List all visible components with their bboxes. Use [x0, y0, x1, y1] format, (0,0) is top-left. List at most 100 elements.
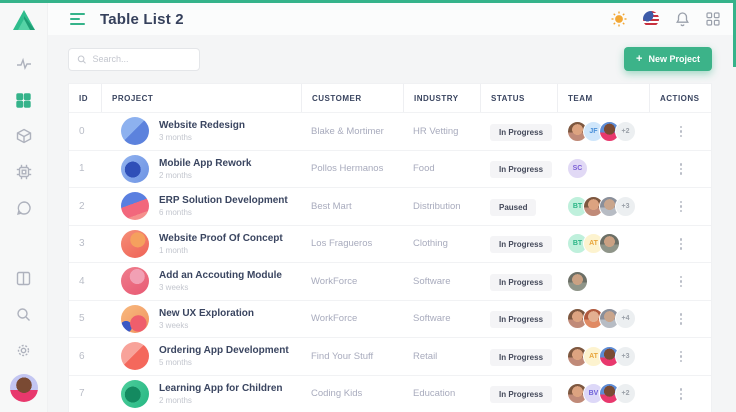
toolbar: + New Project — [48, 35, 736, 83]
table-row[interactable]: 2ERP Solution Development6 monthsBest Ma… — [69, 187, 711, 225]
search-input[interactable] — [93, 54, 192, 64]
notifications-bell-icon[interactable] — [675, 11, 690, 27]
project-text: ERP Solution Development6 months — [159, 195, 288, 217]
sidebar — [0, 0, 48, 412]
row-actions-menu-icon[interactable] — [676, 197, 687, 217]
project-duration: 3 weeks — [159, 283, 282, 292]
cpu-chip-icon — [16, 164, 32, 180]
project-name: Add an Accouting Module — [159, 270, 282, 281]
sidebar-item-settings[interactable] — [0, 332, 48, 368]
project-cell: Learning App for Children2 months — [101, 380, 301, 408]
table-row[interactable]: 0Website Redesign3 monthsBlake & Mortime… — [69, 112, 711, 150]
row-actions-menu-icon[interactable] — [676, 309, 687, 329]
theme-sun-icon[interactable] — [611, 11, 627, 27]
sidebar-item-components[interactable] — [0, 154, 48, 190]
search-box[interactable] — [68, 48, 200, 71]
activity-icon — [16, 56, 32, 72]
project-duration: 6 months — [159, 208, 288, 217]
team-avatar-more: +3 — [615, 196, 636, 217]
team-cell: +4 — [557, 308, 649, 329]
column-header-status[interactable]: STATUS — [480, 84, 557, 112]
projects-table: IDPROJECTCUSTOMERINDUSTRYSTATUSTEAMACTIO… — [68, 83, 712, 412]
project-duration: 1 month — [159, 246, 283, 255]
plus-icon: + — [636, 54, 642, 65]
actions-cell — [649, 384, 711, 404]
actions-cell — [649, 122, 711, 142]
status-badge: In Progress — [490, 311, 552, 328]
industry-cell: Retail — [403, 351, 480, 362]
language-flag-icon[interactable] — [643, 11, 659, 27]
actions-cell — [649, 159, 711, 179]
row-actions-menu-icon[interactable] — [676, 159, 687, 179]
menu-toggle-icon[interactable] — [70, 13, 86, 25]
actions-cell — [649, 197, 711, 217]
project-text: Add an Accouting Module 3 weeks — [159, 270, 282, 292]
status-cell: In Progress — [480, 347, 557, 366]
actions-cell — [649, 309, 711, 329]
column-header-project[interactable]: PROJECT — [101, 84, 301, 112]
sidebar-item-dashboard[interactable] — [0, 82, 48, 118]
project-name: Website Proof Of Concept — [159, 233, 283, 244]
project-name: Ordering App Development — [159, 345, 289, 356]
row-actions-menu-icon[interactable] — [676, 234, 687, 254]
row-actions-menu-icon[interactable] — [676, 272, 687, 292]
app-header: Table List 2 — [48, 3, 736, 35]
project-cell: Website Proof Of Concept 1 month — [101, 230, 301, 258]
status-cell: In Progress — [480, 384, 557, 403]
user-avatar[interactable] — [10, 374, 38, 402]
row-actions-menu-icon[interactable] — [676, 347, 687, 367]
sidebar-item-layout[interactable] — [0, 260, 48, 296]
page-title: Table List 2 — [100, 11, 184, 28]
row-actions-menu-icon[interactable] — [676, 384, 687, 404]
sidebar-item-activity[interactable] — [0, 46, 48, 82]
team-avatar-more: +3 — [615, 346, 636, 367]
gear-icon — [16, 343, 31, 358]
project-icon — [121, 230, 149, 258]
team-cell: BT+3 — [557, 196, 649, 217]
status-badge: In Progress — [490, 161, 552, 178]
actions-cell — [649, 347, 711, 367]
status-cell: In Progress — [480, 122, 557, 141]
actions-cell — [649, 272, 711, 292]
column-header-customer[interactable]: CUSTOMER — [301, 84, 403, 112]
status-cell: In Progress — [480, 159, 557, 178]
status-cell: Paused — [480, 197, 557, 216]
table-row[interactable]: 1Mobile App Rework2 monthsPollos Hermano… — [69, 150, 711, 188]
new-project-label: New Project — [648, 54, 700, 64]
column-header-team[interactable]: TEAM — [557, 84, 649, 112]
sidebar-item-search[interactable] — [0, 296, 48, 332]
new-project-button[interactable]: + New Project — [624, 47, 712, 71]
table-row[interactable]: 5New UX Exploration3 weeksWorkForceSoftw… — [69, 300, 711, 338]
table-row[interactable]: 6Ordering App Development5 monthsFind Yo… — [69, 337, 711, 375]
search-icon — [16, 307, 31, 322]
column-header-industry[interactable]: INDUSTRY — [403, 84, 480, 112]
team-cell: AT+3 — [557, 346, 649, 367]
customer-cell: Coding Kids — [301, 388, 403, 399]
dashboard-grid-icon — [16, 93, 31, 108]
customer-cell: Blake & Mortimer — [301, 126, 403, 137]
status-badge: In Progress — [490, 236, 552, 253]
table-row[interactable]: 3Website Proof Of Concept1 monthLos Frag… — [69, 225, 711, 263]
industry-cell: Software — [403, 313, 480, 324]
table-row[interactable]: 7Learning App for Children2 monthsCoding… — [69, 375, 711, 412]
table-body: 0Website Redesign3 monthsBlake & Mortime… — [69, 112, 711, 412]
customer-cell: Los Fragueros — [301, 238, 403, 249]
team-avatar — [599, 233, 620, 254]
layout-columns-icon — [16, 271, 31, 286]
main-area: Table List 2 + New Project IDPROJECTCUST… — [48, 3, 736, 412]
apps-grid-icon[interactable] — [706, 12, 720, 26]
column-header-id[interactable]: ID — [69, 84, 101, 112]
sidebar-item-chat[interactable] — [0, 190, 48, 226]
customer-cell: Best Mart — [301, 201, 403, 212]
app-logo-icon[interactable] — [11, 8, 37, 32]
project-duration: 3 months — [159, 133, 245, 142]
chat-bubble-icon — [16, 200, 32, 216]
industry-cell: Education — [403, 388, 480, 399]
sidebar-item-packages[interactable] — [0, 118, 48, 154]
project-text: Website Proof Of Concept 1 month — [159, 233, 283, 255]
table-row[interactable]: 4Add an Accouting Module3 weeksWorkForce… — [69, 262, 711, 300]
column-header-actions[interactable]: ACTIONS — [649, 84, 711, 112]
row-actions-menu-icon[interactable] — [676, 122, 687, 142]
team-cell: BTAT — [557, 233, 649, 254]
actions-cell — [649, 234, 711, 254]
